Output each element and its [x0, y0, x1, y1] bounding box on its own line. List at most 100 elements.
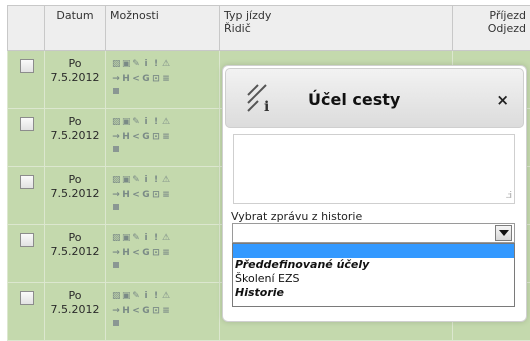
row-option-icon[interactable]: ▨ [112, 176, 120, 185]
row-option-icon[interactable]: ! [152, 118, 160, 127]
info-note-icon: i [246, 83, 278, 113]
row-option-icon[interactable]: ✎ [132, 118, 140, 127]
row-option-icon[interactable]: < [132, 133, 140, 142]
row-option-icon[interactable]: ▣ [122, 176, 130, 185]
row-option-icon[interactable]: ✎ [132, 292, 140, 301]
row-option-icon[interactable]: ! [152, 176, 160, 185]
row-option-icon[interactable]: ⊡ [152, 191, 160, 200]
row-option-icon[interactable]: H [122, 191, 130, 200]
row-option-icon[interactable]: i [142, 118, 150, 127]
row-checkbox[interactable] [20, 59, 34, 73]
row-date: 7.5.2012 [45, 129, 105, 143]
row-option-icon[interactable]: ▣ [122, 292, 130, 301]
row-checkbox[interactable] [20, 175, 34, 189]
row-option-icon[interactable]: ≡ [162, 249, 170, 258]
dialog-title: Účel cesty [308, 90, 400, 109]
row-options-cell: ▨▣✎i!⚠ →H<G⊡≡ [106, 109, 220, 167]
row-options-cell: ▨▣✎i!⚠ →H<G⊡≡ [106, 167, 220, 225]
row-date: 7.5.2012 [45, 245, 105, 259]
row-option-icon[interactable]: → [112, 307, 120, 316]
row-option-icon[interactable]: i [142, 234, 150, 243]
dropdown-item-ezs-training[interactable]: Školení EZS [233, 272, 514, 286]
row-option-icon[interactable]: G [142, 307, 150, 316]
row-option-icon[interactable]: ⊡ [152, 133, 160, 142]
header-date[interactable]: Datum [45, 6, 106, 51]
close-icon[interactable]: × [496, 91, 509, 109]
row-option-icon[interactable]: H [122, 133, 130, 142]
history-dropdown: Předdefinované účely Školení EZS Histori… [232, 243, 515, 307]
row-option-icon[interactable]: H [122, 75, 130, 84]
row-option-icon[interactable]: → [112, 191, 120, 200]
row-option-icon[interactable]: → [112, 75, 120, 84]
row-option-icon[interactable]: ⚠ [162, 118, 170, 127]
row-date: 7.5.2012 [45, 303, 105, 317]
row-option-icon[interactable]: ▨ [112, 60, 120, 69]
row-option-icon[interactable]: ≡ [162, 75, 170, 84]
row-option-icon[interactable]: ≡ [162, 191, 170, 200]
row-option-icon[interactable]: ▣ [122, 118, 130, 127]
history-select[interactable] [232, 223, 515, 243]
svg-text:i: i [264, 99, 269, 113]
row-more-icon[interactable] [113, 320, 119, 326]
row-option-icon[interactable]: ▨ [112, 118, 120, 127]
row-option-icon[interactable]: ! [152, 234, 160, 243]
row-option-icon[interactable]: ⊡ [152, 75, 160, 84]
row-options-cell: ▨▣✎i!⚠ →H<G⊡≡ [106, 283, 220, 341]
resize-grip-icon[interactable]: .:i [506, 191, 511, 201]
row-option-icon[interactable]: ✎ [132, 234, 140, 243]
row-option-icon[interactable]: ⚠ [162, 292, 170, 301]
row-option-icon[interactable]: < [132, 307, 140, 316]
row-option-icon[interactable]: → [112, 249, 120, 258]
row-option-icon[interactable]: ⊡ [152, 249, 160, 258]
row-option-icon[interactable]: G [142, 249, 150, 258]
row-option-icon[interactable]: ▨ [112, 292, 120, 301]
row-option-icon[interactable]: < [132, 191, 140, 200]
row-option-icon[interactable]: H [122, 307, 130, 316]
row-option-icon[interactable]: ≡ [162, 133, 170, 142]
row-date-cell: Po7.5.2012 [45, 109, 106, 167]
row-checkbox[interactable] [20, 117, 34, 131]
table-header-row: Datum Možnosti Typ jízdyŘidič PříjezdOdj… [8, 6, 530, 51]
row-option-icon[interactable]: ⚠ [162, 60, 170, 69]
row-option-icon[interactable]: → [112, 133, 120, 142]
chevron-down-icon[interactable] [495, 225, 512, 241]
row-option-icon[interactable]: ! [152, 60, 160, 69]
row-more-icon[interactable] [113, 204, 119, 210]
row-option-icon[interactable]: < [132, 75, 140, 84]
row-option-icon[interactable]: ✎ [132, 176, 140, 185]
row-option-icon[interactable]: < [132, 249, 140, 258]
header-trip-type[interactable]: Typ jízdyŘidič [220, 6, 453, 51]
row-option-icon[interactable]: ✎ [132, 60, 140, 69]
dropdown-item-empty[interactable] [233, 244, 514, 258]
row-more-icon[interactable] [113, 88, 119, 94]
row-option-icon[interactable]: ⚠ [162, 176, 170, 185]
row-option-icon[interactable]: H [122, 249, 130, 258]
row-option-icon[interactable]: i [142, 292, 150, 301]
row-option-icon[interactable]: ▨ [112, 234, 120, 243]
row-option-icon[interactable]: ⊡ [152, 307, 160, 316]
row-date: 7.5.2012 [45, 187, 105, 201]
row-more-icon[interactable] [113, 262, 119, 268]
row-more-icon[interactable] [113, 146, 119, 152]
row-option-icon[interactable]: G [142, 133, 150, 142]
row-option-icon[interactable]: ▣ [122, 60, 130, 69]
row-option-icon[interactable]: ≡ [162, 307, 170, 316]
row-checkbox[interactable] [20, 233, 34, 247]
row-option-icon[interactable]: ! [152, 292, 160, 301]
row-checkbox[interactable] [20, 291, 34, 305]
row-select-cell [8, 51, 45, 109]
row-option-icon[interactable]: G [142, 191, 150, 200]
dropdown-group-history: Historie [233, 286, 514, 300]
row-day: Po [45, 57, 105, 71]
row-option-icon[interactable]: i [142, 60, 150, 69]
row-options-cell: ▨▣✎i!⚠ →H<G⊡≡ [106, 51, 220, 109]
row-option-icon[interactable]: ▣ [122, 234, 130, 243]
row-option-icon[interactable]: ⚠ [162, 234, 170, 243]
row-option-icon[interactable]: i [142, 176, 150, 185]
row-day: Po [45, 115, 105, 129]
row-options-cell: ▨▣✎i!⚠ →H<G⊡≡ [106, 225, 220, 283]
row-option-icon[interactable]: G [142, 75, 150, 84]
purpose-textarea[interactable]: .:i [233, 134, 515, 204]
header-arrival[interactable]: PříjezdOdjezd [453, 6, 530, 51]
row-date: 7.5.2012 [45, 71, 105, 85]
